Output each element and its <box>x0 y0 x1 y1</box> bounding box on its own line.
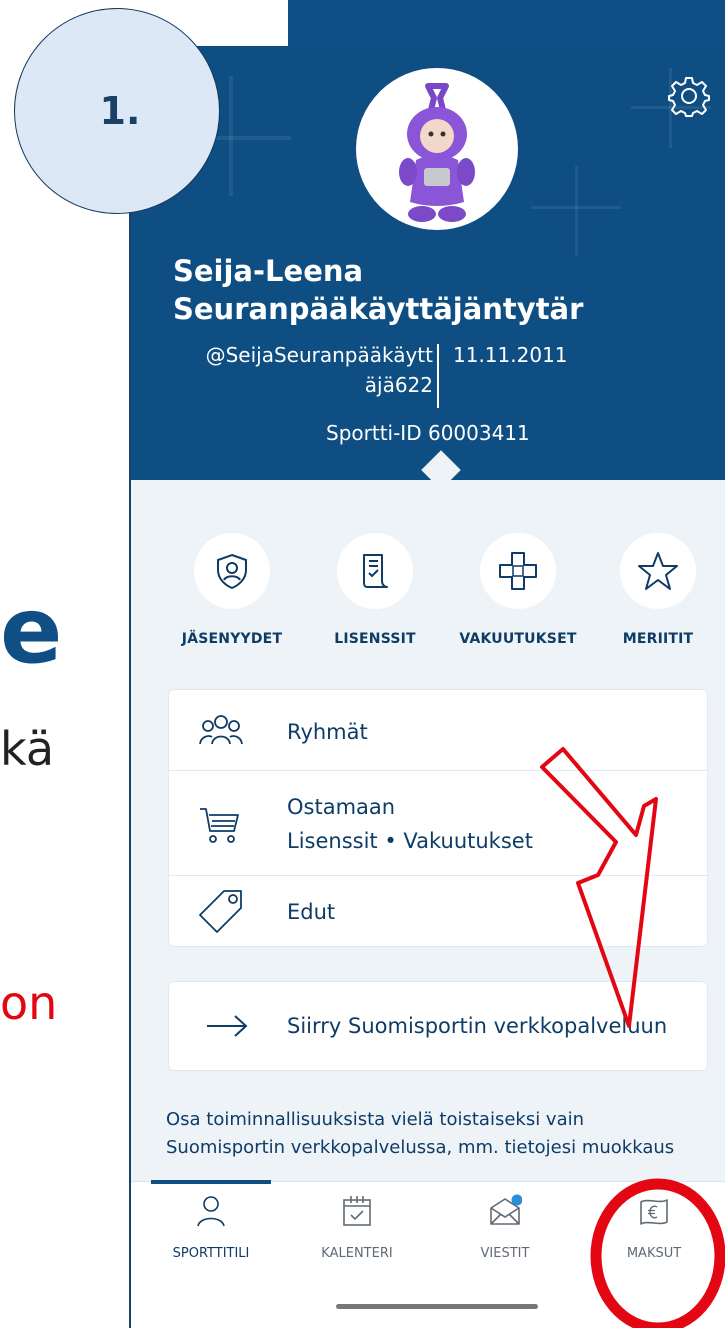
annotation-overlay <box>540 747 725 1328</box>
red-circle-annotation <box>590 1178 725 1328</box>
red-arrow-annotation <box>540 747 658 1028</box>
